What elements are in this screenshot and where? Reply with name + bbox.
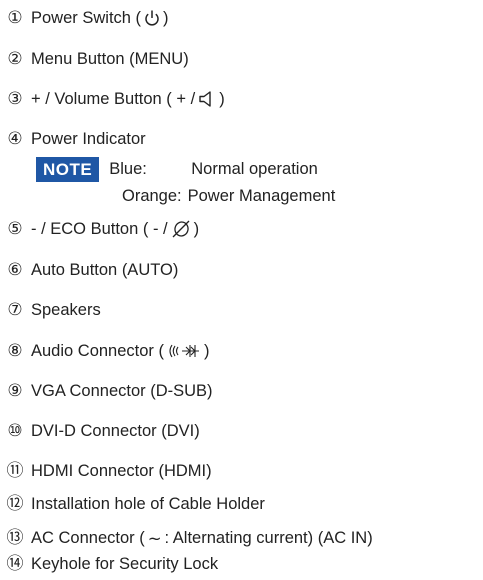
item-number: ④ xyxy=(7,128,23,149)
item-number: ⑩ xyxy=(7,420,23,441)
item-number: ⑦ xyxy=(7,299,23,320)
item-label: Speakers xyxy=(31,300,101,319)
list-item-speakers: ⑦ Speakers xyxy=(0,297,101,323)
item-label: + / Volume Button ( + / ) xyxy=(31,89,225,108)
item-label: Installation hole of Cable Holder xyxy=(31,494,265,513)
item-label: Audio Connector ( ) xyxy=(31,341,210,360)
note-value: Power Management xyxy=(187,186,336,205)
list-item-volume-button: ③ + / Volume Button ( + / ) xyxy=(0,86,225,112)
note-key: Blue: xyxy=(109,159,147,178)
note-value: Normal operation xyxy=(191,159,318,178)
audio-connector-icon xyxy=(167,342,201,360)
item-label: AC Connector ( ∼ : Alternating current) … xyxy=(31,528,373,548)
list-item-power-switch: ① Power Switch ( ) xyxy=(0,5,169,31)
item-number: ⑥ xyxy=(7,259,23,280)
item-number: ② xyxy=(7,48,23,69)
power-icon xyxy=(144,9,160,27)
list-item-cable-holder: ⑫ Installation hole of Cable Holder xyxy=(0,491,265,517)
item-label: Power Switch ( ) xyxy=(31,8,169,27)
item-label: Auto Button (AUTO) xyxy=(31,260,179,279)
item-label: Menu Button (MENU) xyxy=(31,49,189,68)
item-label: DVI-D Connector (DVI) xyxy=(31,421,200,440)
item-number: ⑧ xyxy=(7,340,23,361)
item-number: ③ xyxy=(7,88,23,109)
alternating-current-symbol: ∼ xyxy=(147,528,162,548)
item-label: HDMI Connector (HDMI) xyxy=(31,461,212,480)
item-label: - / ECO Button ( - / ) xyxy=(31,219,200,239)
note-row-orange: Orange: Power Management xyxy=(122,183,335,209)
list-item-menu-button: ② Menu Button (MENU) xyxy=(0,46,189,72)
list-item-auto-button: ⑥ Auto Button (AUTO) xyxy=(0,257,178,283)
item-label: VGA Connector (D-SUB) xyxy=(31,381,213,400)
speaker-icon xyxy=(198,90,216,108)
item-number: ⑭ xyxy=(6,553,24,574)
item-number: ⑪ xyxy=(6,460,24,481)
note-row-blue: NOTE Blue: Normal operation xyxy=(36,156,318,182)
item-number: ⑤ xyxy=(7,218,23,239)
list-item-audio-connector: ⑧ Audio Connector ( ) xyxy=(0,338,210,364)
list-item-security-keyhole: ⑭ Keyhole for Security Lock xyxy=(0,551,219,577)
note-key: Orange: xyxy=(122,186,182,205)
list-item-dvi-connector: ⑩ DVI-D Connector (DVI) xyxy=(0,418,200,444)
list-item-vga-connector: ⑨ VGA Connector (D-SUB) xyxy=(0,378,213,404)
item-label: Power Indicator xyxy=(31,129,146,148)
item-number: ⑬ xyxy=(6,527,24,548)
list-item-eco-button: ⑤ - / ECO Button ( - / ) xyxy=(0,216,199,242)
item-number: ⑫ xyxy=(6,493,24,514)
list-item-hdmi-connector: ⑪ HDMI Connector (HDMI) xyxy=(0,458,212,484)
note-badge: NOTE xyxy=(36,156,100,182)
list-item-power-indicator: ④ Power Indicator xyxy=(0,126,146,152)
item-label: Keyhole for Security Lock xyxy=(31,554,219,573)
item-number: ① xyxy=(7,7,23,28)
list-item-ac-connector: ⑬ AC Connector ( ∼ : Alternating current… xyxy=(0,525,373,551)
eco-icon xyxy=(171,219,191,239)
item-number: ⑨ xyxy=(7,380,23,401)
